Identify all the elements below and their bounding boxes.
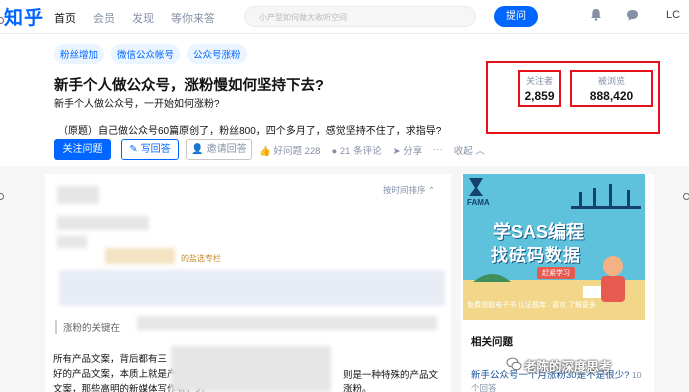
blurred-badge (105, 248, 175, 264)
user-avatar[interactable]: LC (666, 9, 680, 21)
wechat-icon (506, 357, 522, 371)
zhihu-logo[interactable]: 知乎 (4, 3, 44, 30)
followers-label: 关注者 (525, 76, 553, 86)
blurred-body (171, 346, 331, 392)
ad-footer: 免费领取电子书 认证题库 · 喜欢 了解更多 (467, 302, 597, 309)
resize-handle[interactable] (0, 193, 4, 200)
invite-answer-label: 邀请回答 (206, 144, 247, 155)
followers-stat[interactable]: 关注者 2,859 (518, 70, 561, 107)
sort-label: 按时间排序 (383, 185, 426, 195)
write-answer-button[interactable]: ✎ 写回答 (121, 139, 179, 160)
question-header: 粉丝增加 微信公众帐号 公众号涨粉 新手个人做公众号，涨粉慢如何坚持下去? 新手… (0, 34, 689, 166)
blurred-avatar (57, 186, 99, 204)
write-answer-label: 写回答 (140, 144, 171, 155)
topic-tag[interactable]: 公众号涨粉 (187, 44, 247, 64)
share-button[interactable]: ➤ 分享 (393, 143, 423, 157)
views-label: 被浏览 (597, 76, 625, 86)
watermark: 老陈的深度思考 (524, 360, 612, 374)
ad-subheadline: 找砝码数据 (491, 246, 581, 265)
ask-button[interactable]: 提问 (494, 6, 538, 27)
topic-tag[interactable]: 微信公众帐号 (111, 44, 181, 64)
blurred-author (57, 216, 149, 230)
message-icon[interactable] (626, 9, 639, 21)
answer-list: 按时间排序 ⌃ 的盐选专栏 涨粉的关键在 所有产品文案，背后都有三 好的产品文案… (45, 174, 451, 392)
search-input[interactable]: 小产型如何做大收听空间 (244, 6, 476, 27)
follow-question-button[interactable]: 关注问题 (54, 139, 111, 160)
ad-cta[interactable]: 赶紧学习 (537, 267, 575, 279)
nav-waiting[interactable]: 等你来答 (171, 10, 215, 26)
ad-brand: FAMA (467, 198, 490, 207)
followers-value: 2,859 (524, 89, 555, 103)
views-stat: 被浏览 888,420 (570, 70, 653, 107)
nav-home[interactable]: 首页 (54, 10, 76, 26)
good-question-count: 好问题 228 (273, 145, 321, 157)
answer-quote: 涨粉的关键在 (55, 320, 120, 334)
column-link[interactable]: 的盐选专栏 (181, 253, 221, 264)
blurred-quote-rest (137, 316, 437, 330)
good-question-button[interactable]: 👍 好问题 228 (259, 143, 320, 157)
collapse-label: 收起 (453, 145, 473, 157)
answer-line: 涨粉。 (343, 384, 372, 392)
related-questions-title: 相关问题 (471, 336, 513, 348)
nav-discover[interactable]: 发现 (132, 10, 154, 26)
question-title: 新手个人做公众号，涨粉慢如何坚持下去? (54, 78, 324, 94)
top-nav-bar: 知乎 首页 会员 发现 等你来答 小产型如何做大收听空间 提问 LC (0, 0, 689, 34)
share-label: 分享 (403, 145, 423, 157)
answer-line: 则是一种特殊的产品文 (343, 370, 439, 381)
resize-handle[interactable] (683, 193, 689, 200)
invite-answer-button[interactable]: 👤 邀请回答 (186, 139, 252, 160)
collapse-button[interactable]: 收起 ︿ (454, 143, 485, 157)
bell-icon[interactable] (590, 8, 602, 21)
comments-button[interactable]: ● 21 条评论 (331, 143, 381, 157)
question-subtitle: 新手个人做公众号，一开始如何涨粉? (54, 99, 220, 110)
question-description: （原题）自己做公众号60篇原创了，粉丝800，四个多月了，感觉坚持不住了，求指导… (58, 126, 442, 137)
comment-count: 21 条评论 (339, 145, 382, 157)
topic-tags: 粉丝增加 微信公众帐号 公众号涨粉 (54, 44, 247, 64)
views-value: 888,420 (589, 89, 634, 103)
answer-body-right: 则是一种特殊的产品文 涨粉。 (343, 367, 438, 392)
main-nav: 首页 会员 发现 等你来答 (54, 10, 215, 26)
more-button[interactable]: ··· (433, 144, 443, 155)
sas-ad-banner[interactable]: FAMA 学SAS编程 找砝码数据 赶紧学习 免费领取电子书 认证题库 · 喜欢… (463, 174, 645, 320)
nav-vip[interactable]: 会员 (93, 10, 115, 26)
stats-highlight-box: 关注者 2,859 被浏览 888,420 (486, 61, 660, 134)
blurred-meta (57, 236, 87, 248)
sort-dropdown[interactable]: 按时间排序 ⌃ (383, 184, 435, 196)
question-actions: 关注问题 ✎ 写回答 👤 邀请回答 👍 好问题 228 ● 21 条评论 ➤ 分… (54, 139, 496, 160)
topic-tag[interactable]: 粉丝增加 (54, 44, 105, 64)
blurred-card (59, 270, 445, 306)
